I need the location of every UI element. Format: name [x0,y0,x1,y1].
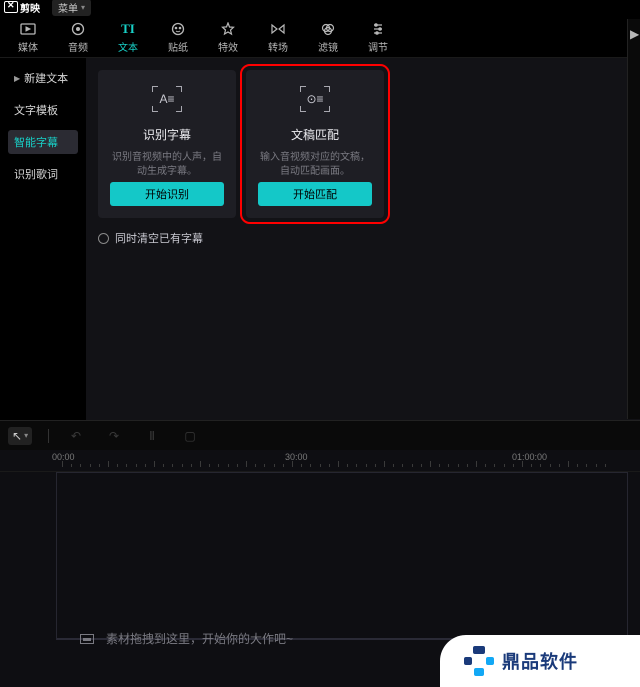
separator [48,429,49,443]
right-panel-edge: ▶ [627,19,640,419]
tab-label: 滤镜 [318,39,338,54]
tab-label: 贴纸 [168,39,188,54]
card-title: 文稿匹配 [291,126,339,143]
recognize-icon: A≡ [152,86,182,112]
split-button[interactable]: Ⅱ [141,426,163,446]
tab-label: 媒体 [18,39,38,54]
card-title: 识别字幕 [143,126,191,143]
checkbox-label: 同时清空已有字幕 [115,230,203,246]
card-desc: 识别音视频中的人声，自动生成字幕。 [110,151,224,179]
tab-filter[interactable]: 滤镜 [316,22,340,54]
sidebar-item-text-template[interactable]: 文字模板 [8,98,78,122]
checkbox-icon [98,233,109,244]
effect-icon [219,22,237,36]
content-panel: A≡ 识别字幕 识别音视频中的人声，自动生成字幕。 开始识别 ⊙≡ 文稿匹配 输… [86,58,640,420]
cursor-icon: ↖ [12,429,22,443]
tab-adjust[interactable]: 调节 [366,22,390,54]
tab-effect[interactable]: 特效 [216,22,240,54]
text-icon: TI [119,22,137,36]
ruler-mark: 00:00 [52,452,75,462]
app-name: 剪映 [20,0,40,15]
watermark-badge: 鼎品软件 [440,635,640,687]
cursor-tool[interactable]: ↖ ▾ [8,427,32,445]
tab-transition[interactable]: 转场 [266,22,290,54]
badge-text: 鼎品软件 [502,648,578,674]
undo-button[interactable]: ↶ [65,426,87,446]
adjust-icon [369,22,387,36]
text-sidebar: ▶ 新建文本 文字模板 智能字幕 识别歌词 [0,58,86,420]
sidebar-item-label: 智能字幕 [14,134,58,150]
start-match-button[interactable]: 开始匹配 [258,182,372,206]
start-recognize-button[interactable]: 开始识别 [110,182,224,206]
card-recognize-subtitle: A≡ 识别字幕 识别音视频中的人声，自动生成字幕。 开始识别 [98,70,236,218]
sidebar-item-label: 新建文本 [24,70,68,86]
sidebar-item-lyric[interactable]: 识别歌词 [8,162,78,186]
tab-label: 调节 [368,39,388,54]
tab-label: 音频 [68,39,88,54]
sidebar-item-label: 识别歌词 [14,166,58,182]
main-toolbar: 媒体 音频 TI 文本 贴纸 特效 转场 滤镜 调节 [0,14,640,58]
media-icon [19,22,37,36]
timeline-track-area[interactable] [56,472,628,640]
ruler-mark: 01:00:00 [512,452,547,462]
sidebar-item-label: 文字模板 [14,102,58,118]
sidebar-item-new-text[interactable]: ▶ 新建文本 [8,66,78,90]
tab-media[interactable]: 媒体 [16,22,40,54]
match-icon: ⊙≡ [300,86,330,112]
filter-icon [319,22,337,36]
tab-label: 特效 [218,39,238,54]
menu-label: 菜单 [58,0,78,15]
sidebar-item-smart-subtitle[interactable]: 智能字幕 [8,130,78,154]
timeline-toolbar: ↖ ▾ ↶ ↷ Ⅱ ▢ [0,420,640,450]
timeline-drop-hint: 素材拖拽到这里，开始你的大作吧~ [80,630,293,647]
title-bar: ✕ 剪映 菜单 ▾ [0,0,640,14]
triangle-right-icon: ▶ [14,74,20,83]
transition-icon [269,22,287,36]
sticker-icon [169,22,187,36]
menu-button[interactable]: 菜单 ▾ [52,0,91,16]
play-icon: ▶ [630,27,640,41]
chevron-down-icon: ▾ [24,431,28,440]
tab-text[interactable]: TI 文本 [116,22,140,54]
tab-label: 转场 [268,39,288,54]
timeline-ruler[interactable]: 00:00 30:00 01:00:00 [0,450,640,472]
audio-icon [69,22,87,36]
card-script-match: ⊙≡ 文稿匹配 输入音视频对应的文稿，自动匹配画面。 开始匹配 [246,70,384,218]
drop-hint-text: 素材拖拽到这里，开始你的大作吧~ [106,630,293,647]
card-desc: 输入音视频对应的文稿，自动匹配画面。 [258,151,372,179]
tab-sticker[interactable]: 贴纸 [166,22,190,54]
clear-subtitle-checkbox[interactable]: 同时清空已有字幕 [98,230,628,246]
app-logo: ✕ [4,1,18,13]
redo-button[interactable]: ↷ [103,426,125,446]
delete-button[interactable]: ▢ [179,426,201,446]
clip-icon [80,634,94,644]
chevron-down-icon: ▾ [81,3,85,12]
tab-label: 文本 [118,39,138,54]
ruler-mark: 30:00 [285,452,308,462]
tab-audio[interactable]: 音频 [66,22,90,54]
badge-logo-icon [464,646,494,676]
